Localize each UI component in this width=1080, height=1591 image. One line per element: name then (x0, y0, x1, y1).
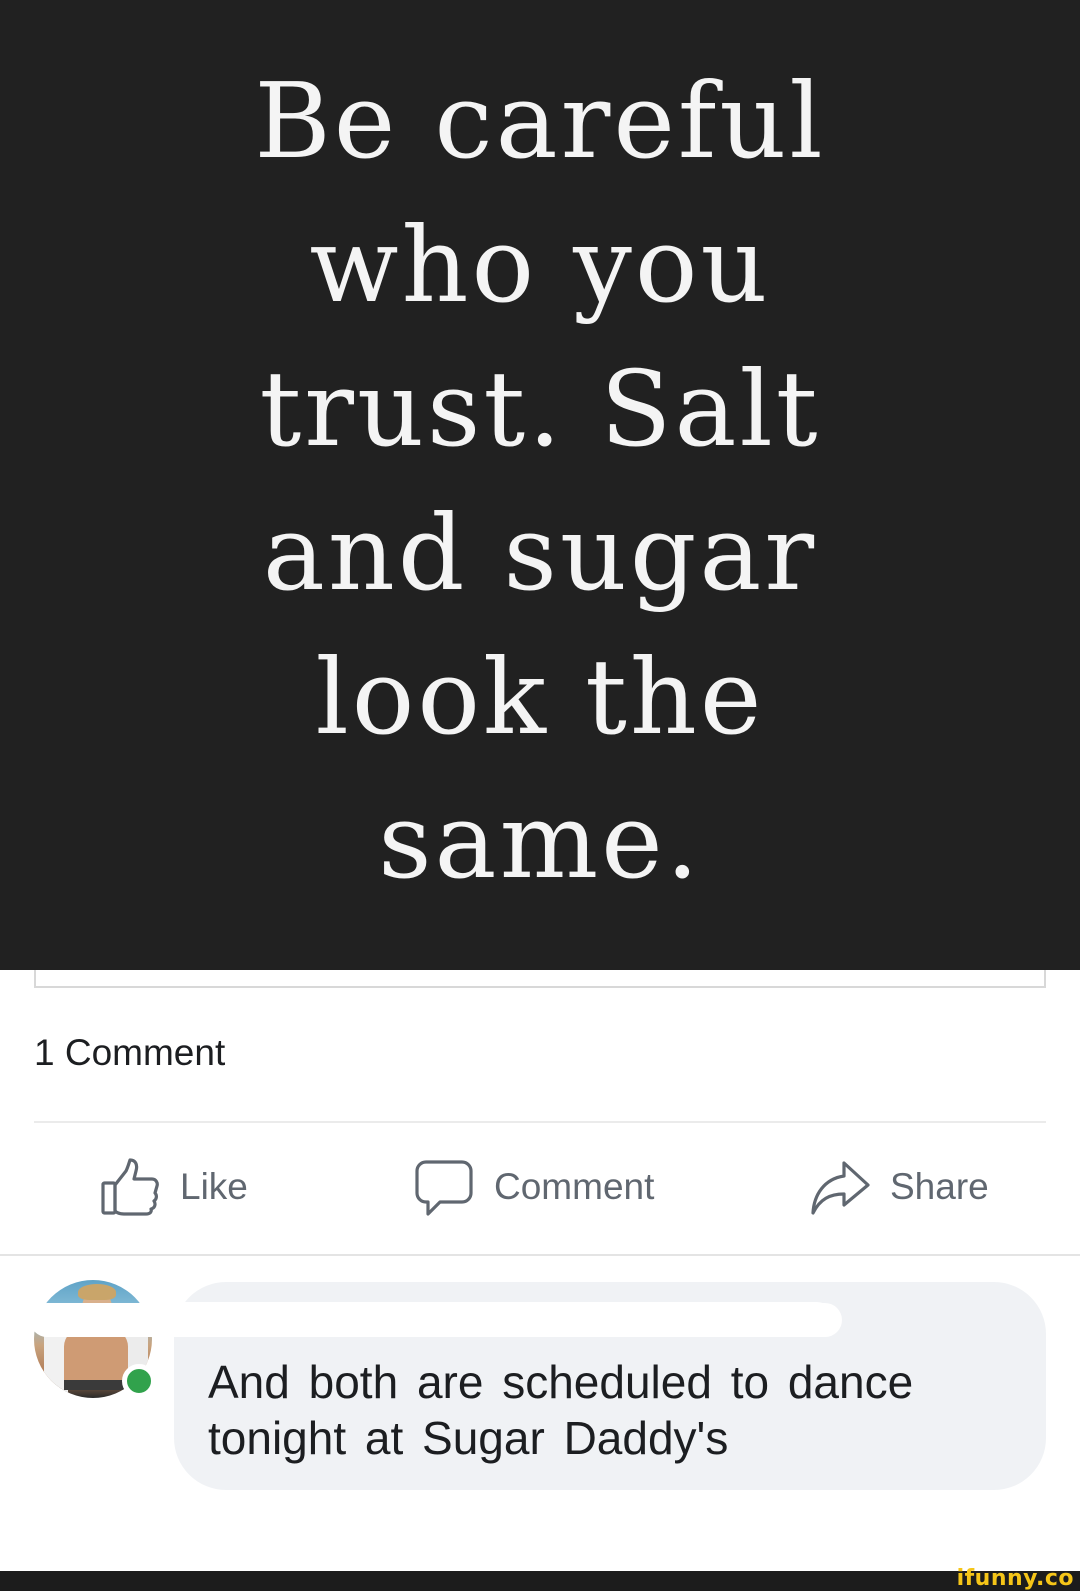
share-arrow-icon (810, 1157, 870, 1217)
like-label: Like (180, 1166, 248, 1207)
share-label: Share (890, 1166, 989, 1207)
thumbs-up-icon (100, 1157, 160, 1217)
quote-text: Be careful who you trust. Salt and sugar… (254, 49, 825, 913)
speech-bubble-icon (414, 1157, 474, 1217)
divider (34, 1121, 1046, 1123)
quote-line: Be careful (254, 60, 826, 182)
post-frame-edge (34, 970, 1046, 988)
comment-text: And both are scheduled to dance tonight … (208, 1356, 914, 1464)
quote-line: look the (315, 636, 765, 758)
action-bar: Like Comment Share (0, 1155, 1080, 1219)
divider (0, 1254, 1080, 1256)
quote-line: and sugar (262, 492, 818, 614)
like-button[interactable]: Like (100, 1155, 248, 1219)
comment-button[interactable]: Comment (414, 1155, 654, 1219)
comment-label: Comment (494, 1166, 655, 1207)
online-status-dot (122, 1364, 156, 1398)
footer-bar (0, 1571, 1080, 1591)
post-image[interactable]: Be careful who you trust. Salt and sugar… (0, 0, 1080, 970)
watermark: ifunny.co (956, 1566, 1074, 1591)
quote-line: trust. Salt (259, 348, 821, 470)
quote-line: same. (378, 780, 702, 902)
share-button[interactable]: Share (810, 1155, 989, 1219)
comment-count[interactable]: 1 Comment (34, 1032, 225, 1074)
quote-line: who you (309, 204, 771, 326)
redaction-mark (30, 1303, 842, 1337)
